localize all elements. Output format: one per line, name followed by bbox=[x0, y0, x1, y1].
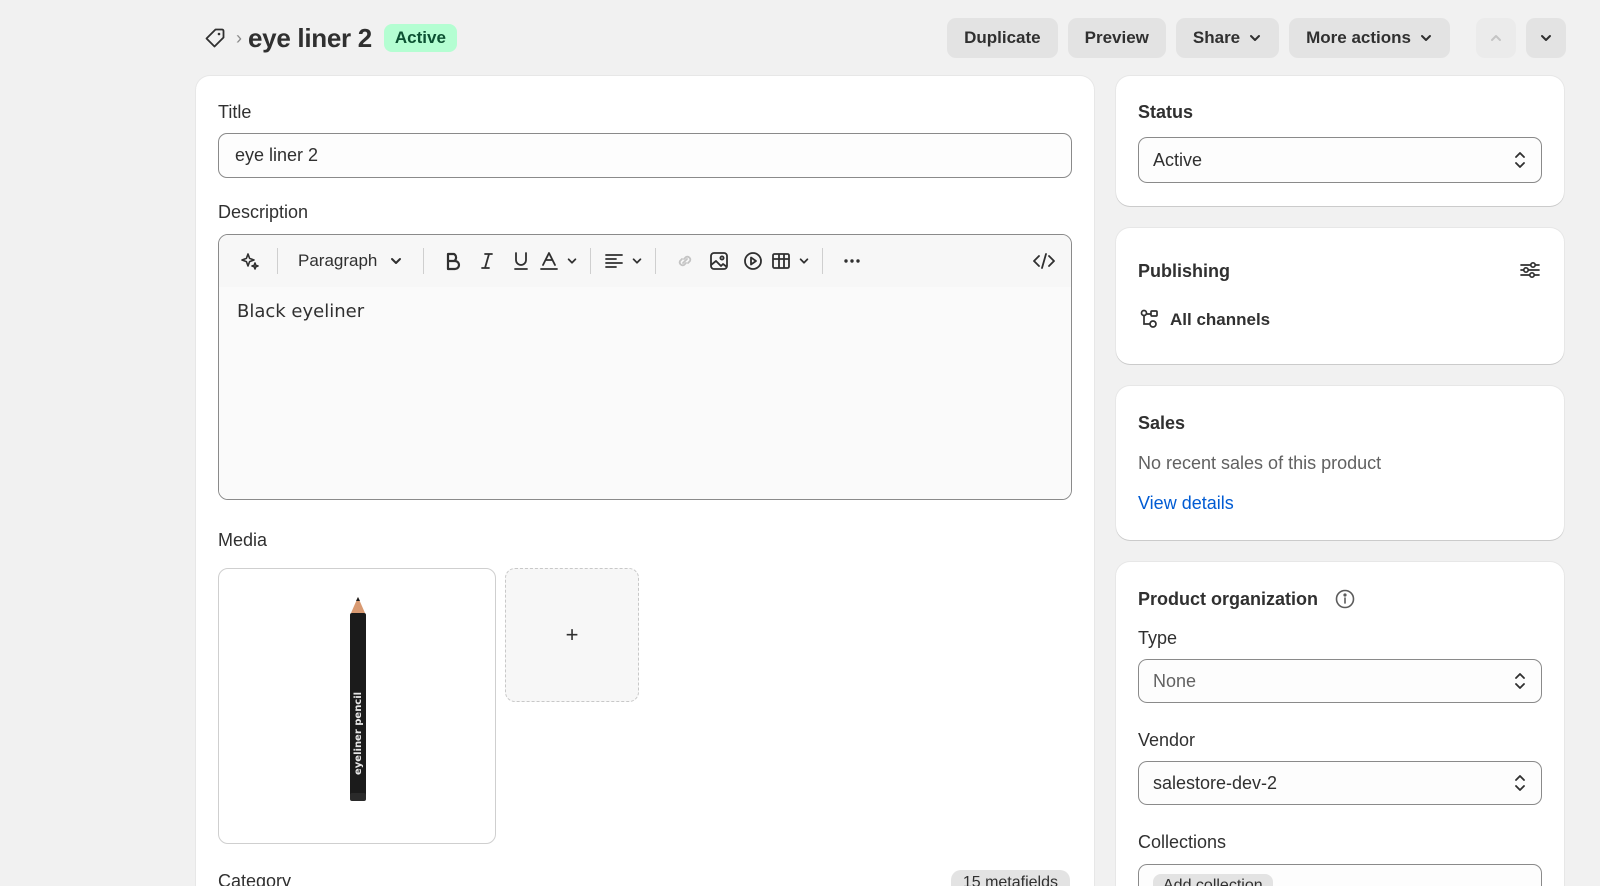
channels-icon bbox=[1138, 308, 1160, 335]
status-card: Status Active bbox=[1116, 76, 1564, 206]
chevron-up-icon bbox=[1491, 35, 1501, 41]
preview-button[interactable]: Preview bbox=[1067, 18, 1166, 58]
sales-card: Sales No recent sales of this product Vi… bbox=[1116, 386, 1564, 540]
view-details-link[interactable]: View details bbox=[1138, 493, 1234, 514]
title-input[interactable]: eye liner 2 bbox=[218, 133, 1072, 178]
image-icon[interactable] bbox=[702, 243, 736, 279]
select-arrows-icon bbox=[1513, 773, 1527, 793]
select-arrows-icon bbox=[1513, 671, 1527, 691]
description-text-area[interactable]: Black eyeliner bbox=[219, 287, 1071, 499]
more-actions-label: More actions bbox=[1306, 28, 1411, 47]
sales-title: Sales bbox=[1138, 413, 1186, 433]
editor-toolbar: Paragraph bbox=[219, 235, 1071, 287]
add-collection-chip[interactable]: Add collection bbox=[1153, 874, 1273, 886]
paragraph-format-dropdown[interactable]: Paragraph bbox=[290, 243, 411, 279]
collections-input[interactable]: Add collection bbox=[1138, 864, 1542, 886]
status-title: Status bbox=[1138, 102, 1194, 122]
publishing-title: Publishing bbox=[1138, 261, 1230, 281]
add-media-button[interactable]: + bbox=[505, 568, 639, 702]
video-icon[interactable] bbox=[736, 243, 770, 279]
vendor-select[interactable]: salestore-dev-2 bbox=[1138, 761, 1542, 805]
product-organization-card: Product organization Type None Vendor sa… bbox=[1116, 562, 1564, 886]
chevron-down-icon bbox=[633, 258, 642, 264]
chevron-down-icon bbox=[1541, 35, 1551, 41]
align-icon[interactable] bbox=[603, 243, 643, 279]
type-select-value: None bbox=[1153, 670, 1197, 691]
settings-sliders-icon[interactable] bbox=[1518, 258, 1542, 287]
page-title: eye liner 2 bbox=[248, 22, 372, 53]
media-image[interactable]: eyeliner pencil bbox=[218, 568, 496, 844]
tag-icon[interactable] bbox=[202, 25, 228, 51]
bold-icon[interactable] bbox=[436, 243, 470, 279]
type-label: Type bbox=[1138, 628, 1178, 648]
status-select[interactable]: Active bbox=[1138, 137, 1542, 183]
collections-label: Collections bbox=[1138, 832, 1227, 852]
chevron-down-icon bbox=[1421, 35, 1431, 41]
next-product-button[interactable] bbox=[1526, 18, 1566, 58]
previous-product-button[interactable] bbox=[1476, 18, 1516, 58]
select-arrows-icon bbox=[1513, 150, 1527, 170]
description-editor: Paragraph Black eyeliner bbox=[218, 234, 1072, 500]
all-channels-text[interactable]: All channels bbox=[1170, 310, 1270, 330]
more-icon[interactable] bbox=[835, 243, 869, 279]
page-header: › eye liner 2 Active Duplicate Preview S… bbox=[196, 14, 1566, 62]
publishing-card: Publishing All channels bbox=[1116, 228, 1564, 364]
chevron-right-icon: › bbox=[236, 27, 242, 48]
description-label: Description bbox=[218, 202, 309, 222]
header-actions: Duplicate Preview Share More actions bbox=[947, 18, 1566, 58]
add-collection-label: Add collection bbox=[1163, 877, 1263, 886]
share-button[interactable]: Share bbox=[1175, 18, 1280, 58]
underline-icon[interactable] bbox=[504, 243, 538, 279]
category-label: Category bbox=[218, 871, 292, 886]
text-color-icon[interactable] bbox=[538, 243, 578, 279]
share-label: Share bbox=[1192, 28, 1241, 47]
link-icon[interactable] bbox=[668, 243, 702, 279]
duplicate-button[interactable]: Duplicate bbox=[947, 18, 1058, 58]
status-badge: Active bbox=[383, 24, 457, 52]
status-select-value: Active bbox=[1153, 149, 1203, 170]
sales-empty-text: No recent sales of this product bbox=[1138, 453, 1382, 473]
type-select[interactable]: None bbox=[1138, 659, 1542, 703]
title-label: Title bbox=[218, 102, 252, 122]
info-icon[interactable] bbox=[1334, 588, 1356, 615]
italic-icon[interactable] bbox=[470, 243, 504, 279]
table-icon[interactable] bbox=[770, 243, 810, 279]
media-label: Media bbox=[218, 530, 268, 550]
product-edit-page: › eye liner 2 Active Duplicate Preview S… bbox=[0, 0, 1600, 886]
chevron-down-icon bbox=[568, 258, 577, 264]
product-organization-title: Product organization bbox=[1138, 589, 1318, 609]
title-value: eye liner 2 bbox=[235, 145, 319, 165]
eyeliner-pencil-image: eyeliner pencil bbox=[350, 597, 366, 801]
metafields-badge[interactable]: 15 metafields bbox=[950, 870, 1070, 886]
vendor-select-value: salestore-dev-2 bbox=[1153, 772, 1278, 793]
chevron-down-icon bbox=[1250, 35, 1261, 41]
chevron-down-icon bbox=[800, 258, 809, 264]
chevron-down-icon bbox=[391, 258, 402, 264]
more-actions-button[interactable]: More actions bbox=[1289, 18, 1450, 58]
paragraph-label: Paragraph bbox=[298, 251, 378, 270]
magic-icon[interactable] bbox=[233, 243, 267, 279]
svg-text:eyeliner pencil: eyeliner pencil bbox=[353, 692, 364, 775]
vendor-label: Vendor bbox=[1138, 730, 1196, 750]
product-details-card: Title eye liner 2 Description Paragraph bbox=[196, 76, 1094, 886]
description-text: Black eyeliner bbox=[237, 301, 365, 322]
code-icon[interactable] bbox=[1027, 243, 1061, 279]
